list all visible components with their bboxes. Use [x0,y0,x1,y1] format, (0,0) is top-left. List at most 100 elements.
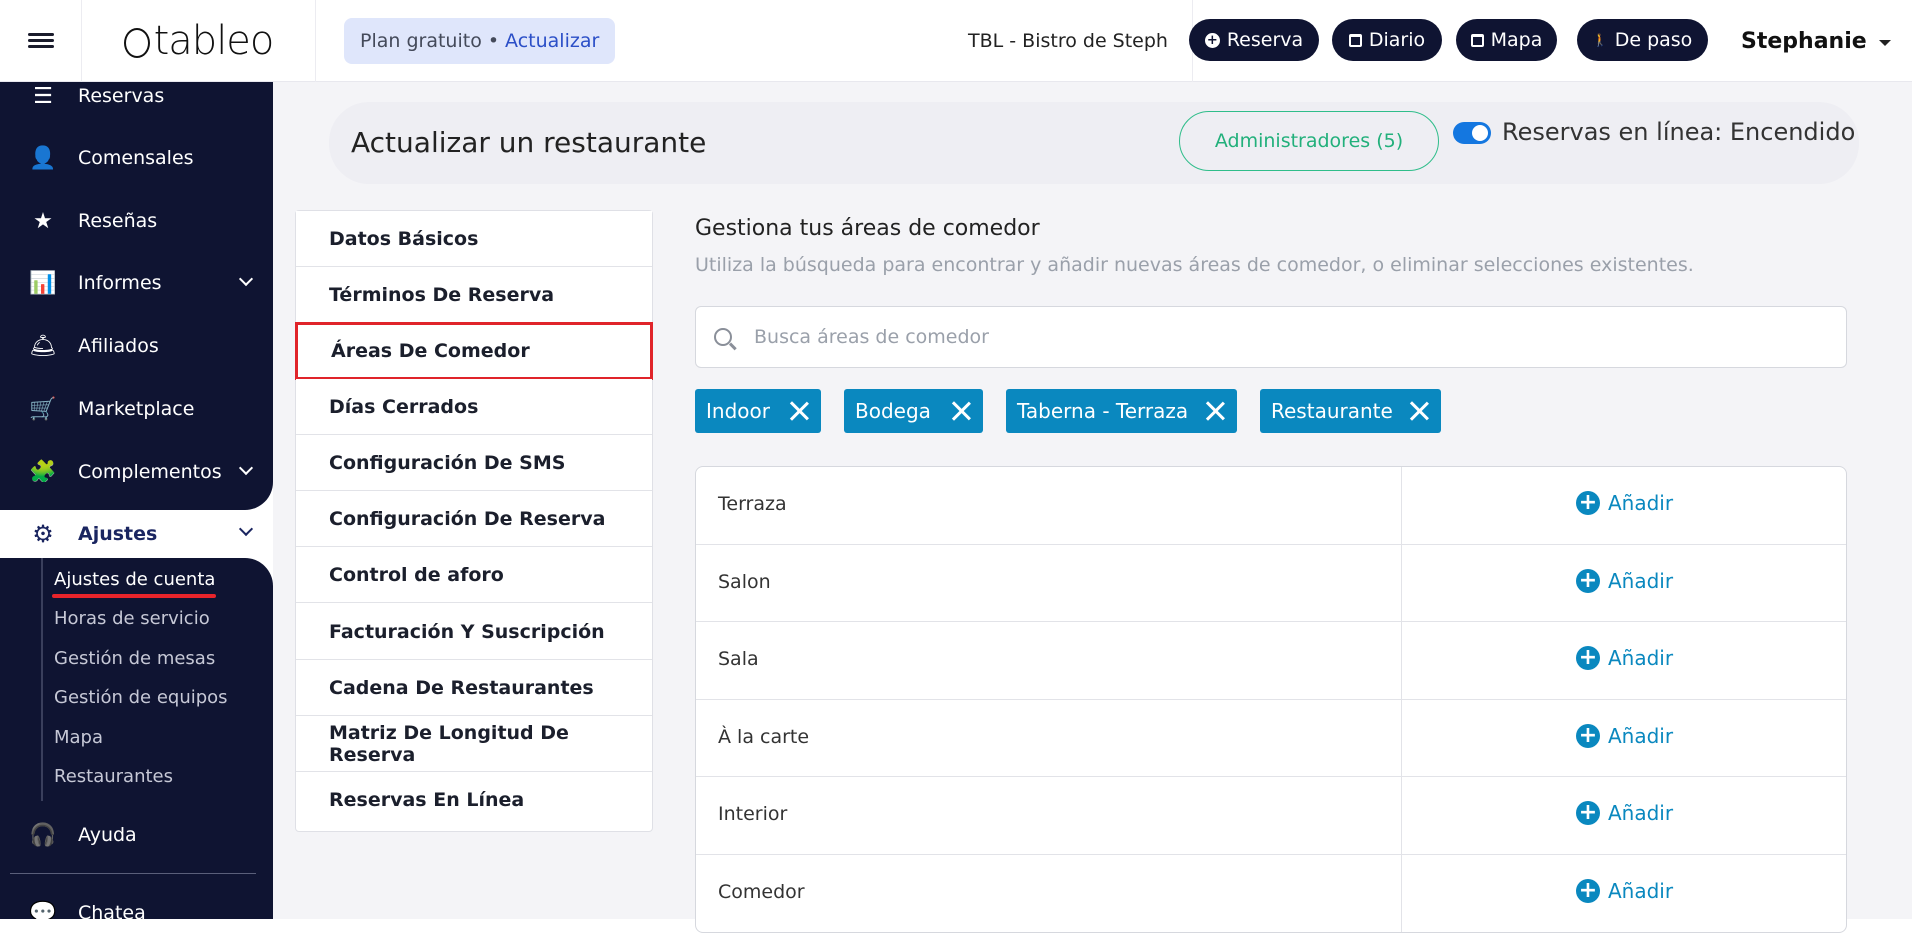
tab-terminos-de-reserva[interactable]: Términos De Reserva [296,267,652,323]
tableo-logo[interactable]: tableo [82,0,316,82]
area-name: À la carte [718,725,810,748]
tab-areas-de-comedor[interactable]: Áreas De Comedor [295,322,653,380]
settings-tabs: Datos Básicos Términos De Reserva Áreas … [295,210,653,832]
submenu-item-ajustes-de-cuenta[interactable]: Ajustes de cuenta [54,569,215,590]
chat-icon: 💬 [29,900,57,920]
add-button[interactable]: + Añadir [1576,646,1673,670]
sidebar-item-comensales[interactable]: 👤 Comensales [0,132,273,184]
tag-label: Taberna - Terraza [1017,399,1189,423]
plan-separator: • [487,29,500,52]
headset-icon: 🎧 [29,822,57,848]
add-button[interactable]: + Añadir [1576,878,1673,903]
sidebar-item-reservas[interactable]: ☰ Reservas [0,82,273,122]
add-button[interactable]: + Añadir [1576,801,1673,825]
mapa-button[interactable]: Mapa [1456,19,1557,61]
search-input[interactable] [754,326,1814,348]
close-icon[interactable] [951,401,971,421]
sidebar-item-resenas[interactable]: ★ Reseñas [0,195,273,247]
add-label: Añadir [1608,801,1674,825]
table-row: Sala + Añadir [696,622,1846,700]
tab-configuracion-de-reserva[interactable]: Configuración De Reserva [296,491,652,547]
sidebar-item-ayuda[interactable]: 🎧 Ayuda [0,809,273,861]
add-button[interactable]: + Añadir [1576,568,1673,593]
chevron-down-icon [238,521,254,537]
sidebar-item-chat[interactable]: 💬 Chateа [0,887,273,920]
sidebar-item-afiliados[interactable]: 🛎 Afiliados [0,320,273,372]
table-row: Interior + Añadir [696,777,1846,855]
submenu-item-restaurantes[interactable]: Restaurantes [54,766,173,787]
submenu-item-mapa[interactable]: Mapa [54,727,103,748]
chevron-down-icon [1878,40,1891,46]
table-row: Comedor + Añadir [696,854,1846,932]
restaurant-name[interactable]: TBL - Bistro de Steph [968,0,1193,82]
upgrade-link[interactable]: Actualizar [505,30,599,52]
sidebar-item-informes[interactable]: 📊 Informes [0,257,273,309]
close-icon[interactable] [789,401,809,421]
area-name: Terraza [718,493,787,515]
calendar-icon [1470,33,1484,47]
plan-label: Plan gratuito [360,29,482,52]
star-icon: ★ [33,208,53,234]
close-icon[interactable] [1409,401,1429,421]
plus-circle-icon: + [1576,568,1600,593]
plus-circle-icon: + [1576,491,1600,515]
gear-icon: ⚙ [32,520,54,548]
plus-circle-icon: + [1576,646,1600,670]
sidebar-item-label: Ayuda [78,824,137,846]
tab-cadena-de-restaurantes[interactable]: Cadena De Restaurantes [296,660,652,716]
list-icon: ☰ [33,83,53,109]
tab-facturacion-y-suscripcion[interactable]: Facturación Y Suscripción [296,604,652,660]
submenu-item-gestion-de-mesas[interactable]: Gestión de mesas [54,648,215,669]
chevron-down-icon [238,271,254,287]
sidebar-item-label: Comensales [78,147,194,169]
tag-indoor[interactable]: Indoor [695,389,821,433]
tab-reservas-en-linea[interactable]: Reservas En Línea [296,772,652,828]
logo-ring-icon [123,27,150,58]
area-name: Salon [718,570,771,593]
sidebar-item-label: Reseñas [78,210,158,232]
sidebar-item-label: Complementos [78,461,222,483]
tab-datos-basicos[interactable]: Datos Básicos [296,211,652,267]
user-menu[interactable]: Stephanie [1741,0,1891,82]
section-title: Gestiona tus áreas de comedor [695,216,1040,241]
tag-restaurante[interactable]: Restaurante [1260,389,1441,433]
sidebar: ☰ Reservas 👤 Comensales ★ Reseñas 📊 Info… [0,82,273,919]
diario-button[interactable]: Diario [1332,19,1442,61]
tab-configuracion-de-sms[interactable]: Configuración De SMS [296,435,652,491]
table-row: À la carte + Añadir [696,699,1846,777]
add-button[interactable]: + Añadir [1576,723,1673,748]
tag-taberna-terraza[interactable]: Taberna - Terraza [1006,389,1237,433]
area-name: Interior [718,803,788,825]
tag-label: Indoor [706,399,770,423]
submenu-item-gestion-de-equipos[interactable]: Gestión de equipos [54,687,228,708]
sidebar-item-label: Afiliados [78,335,159,357]
user-name: Stephanie [1741,28,1867,54]
sidebar-item-ajustes[interactable]: ⚙ Ajustes [8,510,273,558]
close-icon[interactable] [1205,401,1225,421]
search-icon [714,328,732,346]
tab-matriz-de-longitud[interactable]: Matriz De Longitud De Reserva [296,716,652,772]
menu-icon[interactable] [0,0,82,82]
tab-dias-cerrados[interactable]: Días Cerrados [296,379,652,435]
add-button[interactable]: + Añadir [1576,491,1673,515]
page-title: Actualizar un restaurante [351,126,707,159]
section-subtitle: Utiliza la búsqueda para encontrar y aña… [695,254,1694,276]
add-label: Añadir [1608,491,1674,515]
sidebar-item-label: Informes [78,272,162,294]
de-paso-button[interactable]: 🚶 De paso [1577,19,1708,61]
reserva-button[interactable]: + Reserva [1189,19,1319,61]
tab-control-de-aforo[interactable]: Control de aforo [296,547,652,603]
calendar-icon [1348,33,1362,47]
add-label: Añadir [1608,646,1674,670]
sidebar-item-label: Marketplace [78,398,195,420]
main-content: Actualizar un restaurante Administradore… [273,82,1912,933]
active-underline [52,594,216,598]
tag-bodega[interactable]: Bodega [844,389,983,433]
submenu-item-horas-de-servicio[interactable]: Horas de servicio [54,608,210,629]
walking-icon: 🚶 [1592,33,1608,47]
search-box[interactable] [695,306,1847,368]
tag-label: Restaurante [1271,399,1393,423]
mapa-button-label: Mapa [1490,29,1543,51]
plus-circle-icon: + [1576,878,1600,903]
sidebar-item-marketplace[interactable]: 🛒 Marketplace [0,383,273,435]
